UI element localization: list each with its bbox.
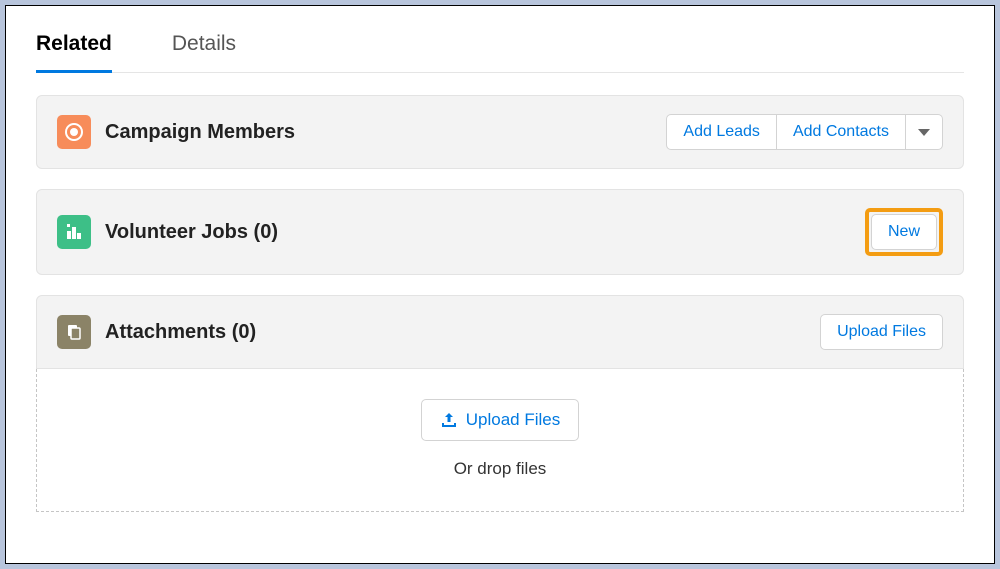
- tab-bar: Related Details: [36, 20, 964, 73]
- drop-files-text: Or drop files: [57, 459, 943, 479]
- campaign-members-title: Campaign Members: [105, 121, 295, 144]
- attachments-header: Attachments (0) Upload Files: [37, 296, 963, 368]
- volunteer-jobs-title: Volunteer Jobs (0): [105, 221, 278, 244]
- page-container: Related Details Campaign Members Add Lea…: [5, 5, 995, 564]
- campaign-members-header-left: Campaign Members: [57, 115, 666, 149]
- volunteer-jobs-header: Volunteer Jobs (0) New: [37, 190, 963, 274]
- volunteer-jobs-header-left: Volunteer Jobs (0): [57, 215, 865, 249]
- upload-files-center-label: Upload Files: [466, 410, 561, 430]
- campaign-members-card: Campaign Members Add Leads Add Contacts: [36, 95, 964, 169]
- volunteer-jobs-card: Volunteer Jobs (0) New: [36, 189, 964, 275]
- campaign-members-buttons: Add Leads Add Contacts: [666, 114, 943, 150]
- attachments-card: Attachments (0) Upload Files: [36, 295, 964, 369]
- campaign-members-header: Campaign Members Add Leads Add Contacts: [37, 96, 963, 168]
- volunteer-jobs-icon: [57, 215, 91, 249]
- new-button-highlight: New: [865, 208, 943, 256]
- new-volunteer-job-button[interactable]: New: [871, 214, 937, 250]
- attachments-icon: [57, 315, 91, 349]
- upload-files-button[interactable]: Upload Files: [820, 314, 943, 350]
- add-contacts-button[interactable]: Add Contacts: [777, 114, 906, 150]
- upload-files-center-button[interactable]: Upload Files: [421, 399, 580, 441]
- attachments-title: Attachments (0): [105, 321, 256, 344]
- attachments-header-left: Attachments (0): [57, 315, 820, 349]
- tab-details[interactable]: Details: [172, 20, 236, 72]
- campaign-members-icon: [57, 115, 91, 149]
- campaign-members-more-button[interactable]: [906, 114, 943, 150]
- add-leads-button[interactable]: Add Leads: [666, 114, 777, 150]
- tab-related[interactable]: Related: [36, 20, 112, 72]
- chevron-down-icon: [918, 129, 930, 136]
- upload-icon: [440, 411, 458, 429]
- file-drop-zone[interactable]: Upload Files Or drop files: [36, 369, 964, 512]
